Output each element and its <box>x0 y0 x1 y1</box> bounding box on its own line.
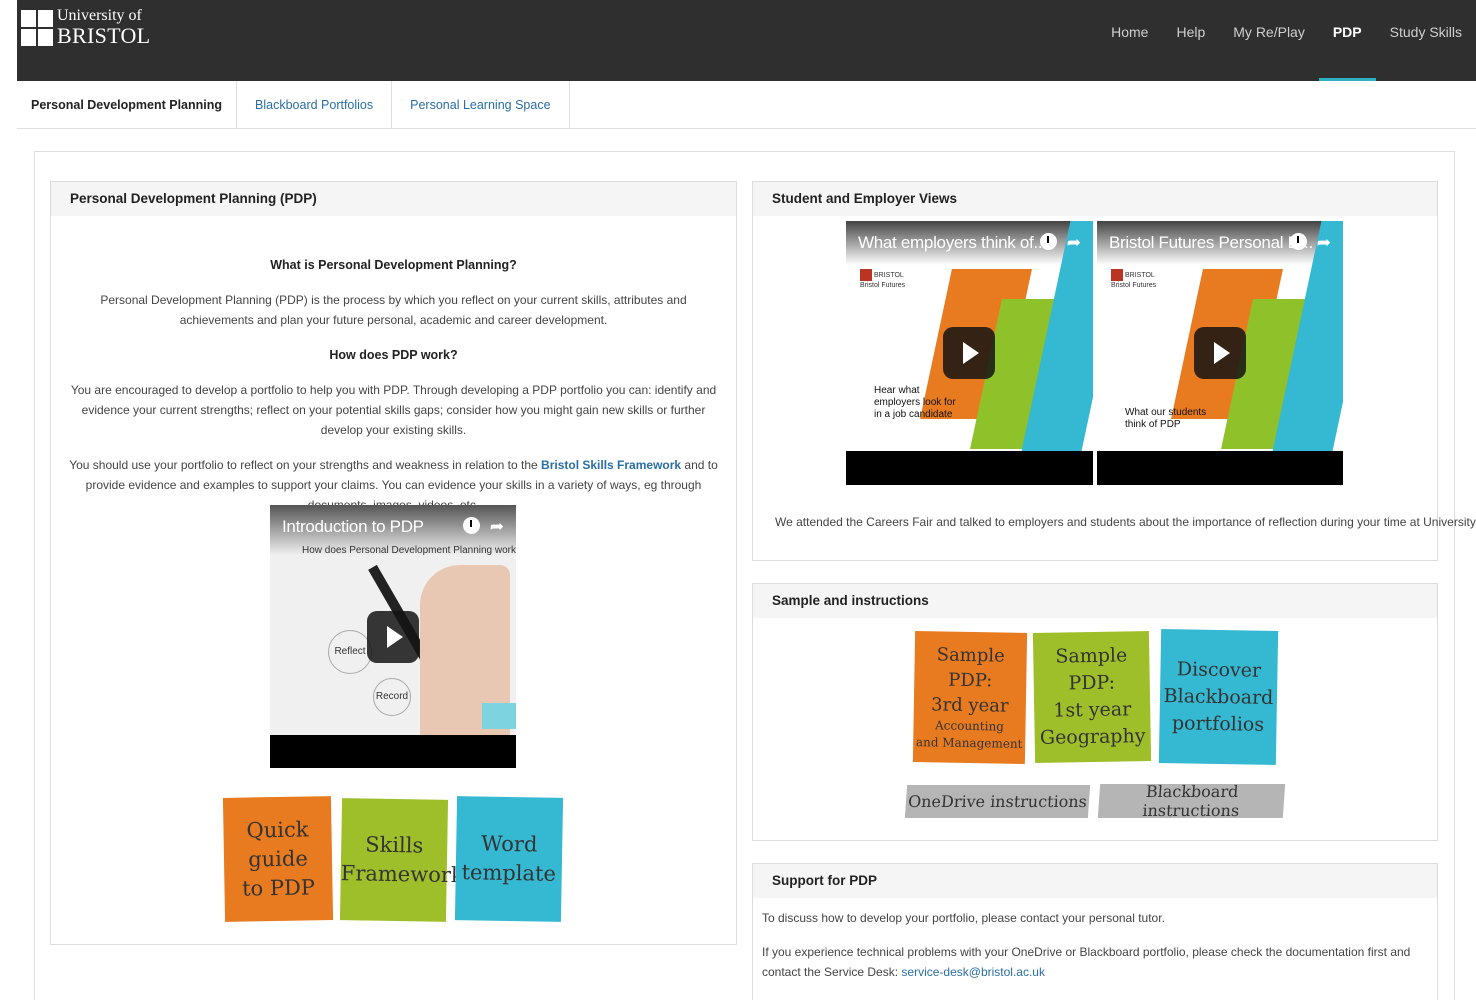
support-panel-title: Support for PDP <box>753 864 1437 898</box>
how-pdp-works-text: You are encouraged to develop a portfoli… <box>70 383 717 437</box>
nav-study-skills[interactable]: Study Skills <box>1376 0 1476 81</box>
nav-help[interactable]: Help <box>1162 0 1219 81</box>
bristol-futures-badge <box>482 703 516 729</box>
pdp-panel-title: Personal Development Planning (PDP) <box>51 182 736 216</box>
support-text-technical: If you experience technical problems wit… <box>762 945 1411 979</box>
video-title: Introduction to PDP <box>282 517 424 536</box>
video-caption: Hear what employers look for in a job ca… <box>874 385 956 420</box>
skills-framework-tile[interactable]: Skills Framework <box>339 798 464 922</box>
nav-pdp[interactable]: PDP <box>1318 0 1376 81</box>
service-desk-email-link[interactable]: service-desk@bristol.ac.uk <box>901 965 1045 979</box>
share-icon[interactable]: ➦ <box>1317 233 1331 253</box>
how-pdp-works-heading: How does PDP work? <box>329 348 458 362</box>
video-title: Bristol Futures Personal D... <box>1109 233 1313 252</box>
employers-video[interactable]: BRISTOL Bristol Futures Hear what employe… <box>846 221 1093 485</box>
video-subtitle: How does Personal Development Planning w… <box>302 545 516 556</box>
bristol-skills-framework-link[interactable]: Bristol Skills Framework <box>541 458 681 472</box>
video-title: What employers think of... <box>858 233 1047 252</box>
sample-pdp-1st-year-tile[interactable]: Sample PDP: 1st year Geography <box>1032 630 1152 764</box>
sample-panel-title: Sample and instructions <box>753 584 1437 618</box>
share-icon[interactable]: ➦ <box>490 517 504 537</box>
what-is-pdp-heading: What is Personal Development Planning? <box>270 258 517 272</box>
tab-blackboard-portfolios[interactable]: Blackboard Portfolios <box>237 81 393 128</box>
university-crest-icon <box>21 10 53 46</box>
support-text-tutor: To discuss how to develop your portfolio… <box>762 911 1165 925</box>
play-button[interactable] <box>943 327 995 379</box>
play-button[interactable] <box>367 611 419 663</box>
play-button[interactable] <box>1194 327 1246 379</box>
reflect-label: Reflect <box>328 630 372 674</box>
video-caption: What our students think of PDP <box>1125 407 1207 430</box>
share-icon[interactable]: ➦ <box>1067 233 1081 253</box>
logo-line-1: University of <box>57 7 142 24</box>
site-header: University of BRISTOL Home Help My Re/Pl… <box>17 0 1476 81</box>
university-logo[interactable]: University of BRISTOL <box>21 8 150 47</box>
intro-to-pdp-video[interactable]: How does Personal Development Planning w… <box>270 505 516 768</box>
watch-later-icon[interactable] <box>462 517 480 534</box>
what-is-pdp-text: Personal Development Planning (PDP) is t… <box>100 293 687 327</box>
watch-later-icon[interactable] <box>1039 233 1057 250</box>
support-panel: Support for PDP To discuss how to develo… <box>752 863 1438 1000</box>
top-navigation: Home Help My Re/Play PDP Study Skills <box>1097 0 1476 81</box>
record-label: Record <box>373 678 411 716</box>
video-logo: BRISTOL Bristol Futures <box>1111 269 1156 290</box>
nav-home[interactable]: Home <box>1097 0 1162 81</box>
views-panel-title: Student and Employer Views <box>753 182 1437 216</box>
nav-my-replay[interactable]: My Re/Play <box>1219 0 1319 81</box>
blackboard-instructions-button[interactable]: Blackboard instructions <box>1097 782 1286 820</box>
watch-later-icon[interactable] <box>1289 233 1307 250</box>
discover-blackboard-tile[interactable]: Discover Blackboard portfolios <box>1158 628 1279 766</box>
video-logo: BRISTOL Bristol Futures <box>860 269 905 290</box>
onedrive-instructions-button[interactable]: OneDrive instructions <box>904 785 1091 818</box>
quick-guide-tile[interactable]: Quick guide to PDP <box>222 796 334 922</box>
students-video[interactable]: BRISTOL Bristol Futures What our students… <box>1097 221 1343 485</box>
views-description: We attended the Careers Fair and talked … <box>775 515 1476 529</box>
word-template-tile[interactable]: Word template <box>454 796 564 922</box>
tab-personal-learning-space[interactable]: Personal Learning Space <box>392 81 570 128</box>
tab-personal-development-planning[interactable]: Personal Development Planning <box>17 81 238 128</box>
sample-pdp-3rd-year-tile[interactable]: Sample PDP: 3rd year Accounting and Mana… <box>912 631 1028 764</box>
logo-line-2: BRISTOL <box>57 23 151 48</box>
section-tabs: Personal Development Planning Blackboard… <box>17 81 1476 129</box>
